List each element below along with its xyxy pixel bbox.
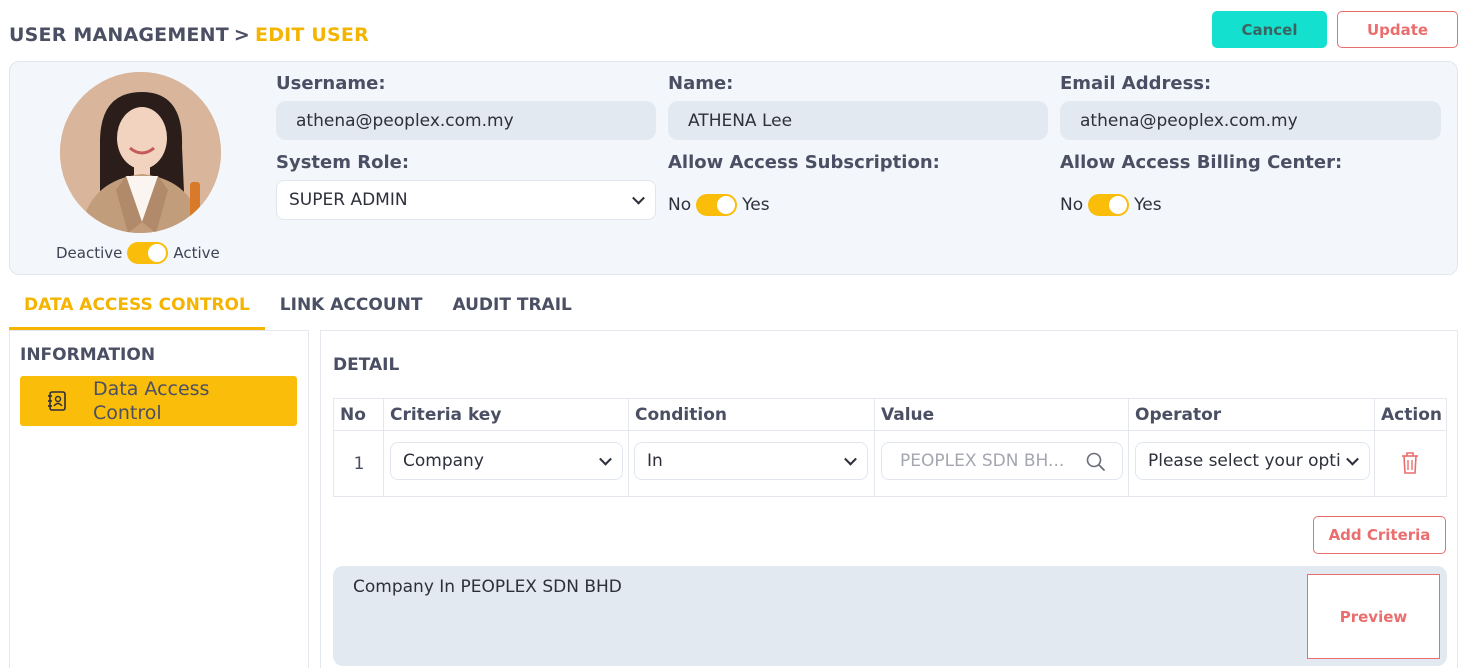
preview-button[interactable]: Preview (1307, 574, 1440, 659)
subscription-access-label: Allow Access Subscription: (668, 152, 940, 173)
column-header-condition: Condition (629, 399, 875, 431)
account-status-toggle: Deactive Active (56, 242, 220, 264)
status-on-label: Active (173, 244, 220, 262)
cell-condition: In (629, 431, 875, 496)
tab-audit-trail[interactable]: AUDIT TRAIL (437, 290, 586, 330)
value-search-input[interactable]: PEOPLEX SDN BH... (881, 442, 1123, 480)
subscription-yes-label: Yes (742, 195, 770, 215)
criteria-key-select[interactable]: Company (390, 442, 623, 480)
chevron-down-icon (1346, 452, 1359, 466)
preview-text: Company In PEOPLEX SDN BHD (353, 577, 622, 597)
trash-icon[interactable] (1400, 451, 1420, 475)
search-icon[interactable] (1086, 452, 1106, 472)
operator-value: Please select your opti (1148, 451, 1341, 471)
sidebar-title: INFORMATION (20, 345, 156, 365)
cancel-button[interactable]: Cancel (1212, 11, 1327, 48)
subscription-access-toggle: No Yes (668, 194, 770, 216)
value-placeholder: PEOPLEX SDN BH... (900, 451, 1065, 471)
column-header-value: Value (875, 399, 1129, 431)
column-header-operator: Operator (1129, 399, 1375, 431)
billing-no-label: No (1060, 195, 1084, 215)
chevron-down-icon (599, 452, 612, 466)
detail-panel: DETAIL No Criteria key Condition Value O… (320, 330, 1458, 668)
switch-knob (1109, 196, 1128, 214)
switch-knob (148, 244, 167, 262)
cell-no: 1 (334, 431, 384, 496)
breadcrumb-root[interactable]: USER MANAGEMENT (9, 24, 229, 46)
status-off-label: Deactive (56, 244, 123, 262)
breadcrumb-separator: > (233, 24, 251, 46)
switch-knob (717, 196, 736, 214)
email-field[interactable]: athena@peoplex.com.my (1060, 101, 1441, 140)
detail-title: DETAIL (333, 355, 400, 375)
subscription-no-label: No (668, 195, 692, 215)
email-label: Email Address: (1060, 73, 1212, 94)
system-role-select[interactable]: SUPER ADMIN (276, 180, 656, 220)
tab-bar: DATA ACCESS CONTROL LINK ACCOUNT AUDIT T… (9, 290, 587, 330)
add-criteria-button[interactable]: Add Criteria (1313, 516, 1446, 554)
preview-box: Company In PEOPLEX SDN BHD Preview (333, 566, 1447, 666)
cell-operator: Please select your opti (1129, 431, 1375, 496)
username-field[interactable]: athena@peoplex.com.my (276, 101, 656, 140)
tab-link-account[interactable]: LINK ACCOUNT (265, 290, 438, 330)
avatar-image (60, 72, 221, 233)
avatar (60, 72, 221, 233)
condition-select[interactable]: In (634, 442, 868, 480)
update-button[interactable]: Update (1337, 11, 1458, 48)
chevron-down-icon (844, 452, 857, 466)
system-role-value: SUPER ADMIN (289, 190, 408, 210)
row-number: 1 (353, 453, 365, 474)
column-header-criteria-key: Criteria key (384, 399, 629, 431)
name-field[interactable]: ATHENA Lee (668, 101, 1048, 140)
operator-select[interactable]: Please select your opti (1135, 442, 1370, 480)
name-label: Name: (668, 73, 734, 94)
information-sidebar: INFORMATION Data Access Control (9, 330, 309, 668)
breadcrumb-current: EDIT USER (255, 24, 369, 46)
profile-card: Deactive Active Username: athena@peoplex… (9, 61, 1458, 275)
billing-access-label: Allow Access Billing Center: (1060, 152, 1343, 173)
criteria-table: No Criteria key Condition Value Operator… (333, 398, 1447, 497)
sidebar-item-label: Data Access Control (93, 378, 210, 424)
tab-data-access-control[interactable]: DATA ACCESS CONTROL (9, 290, 265, 330)
cell-action (1375, 431, 1446, 496)
billing-access-toggle: No Yes (1060, 194, 1162, 216)
sidebar-item-data-access-control[interactable]: Data Access Control (20, 376, 297, 426)
username-label: Username: (276, 73, 386, 94)
system-role-label: System Role: (276, 152, 410, 173)
column-header-no: No (334, 399, 384, 431)
breadcrumb: USER MANAGEMENT > EDIT USER (9, 24, 369, 46)
cell-value: PEOPLEX SDN BH... (875, 431, 1129, 496)
billing-switch[interactable] (1088, 194, 1130, 216)
subscription-switch[interactable] (696, 194, 738, 216)
cell-criteria-key: Company (384, 431, 629, 496)
condition-value: In (647, 451, 663, 471)
billing-yes-label: Yes (1134, 195, 1162, 215)
chevron-down-icon (632, 191, 645, 205)
criteria-key-value: Company (403, 451, 484, 471)
column-header-action: Action (1375, 399, 1446, 431)
contact-book-icon (48, 391, 66, 411)
status-switch[interactable] (127, 242, 169, 264)
